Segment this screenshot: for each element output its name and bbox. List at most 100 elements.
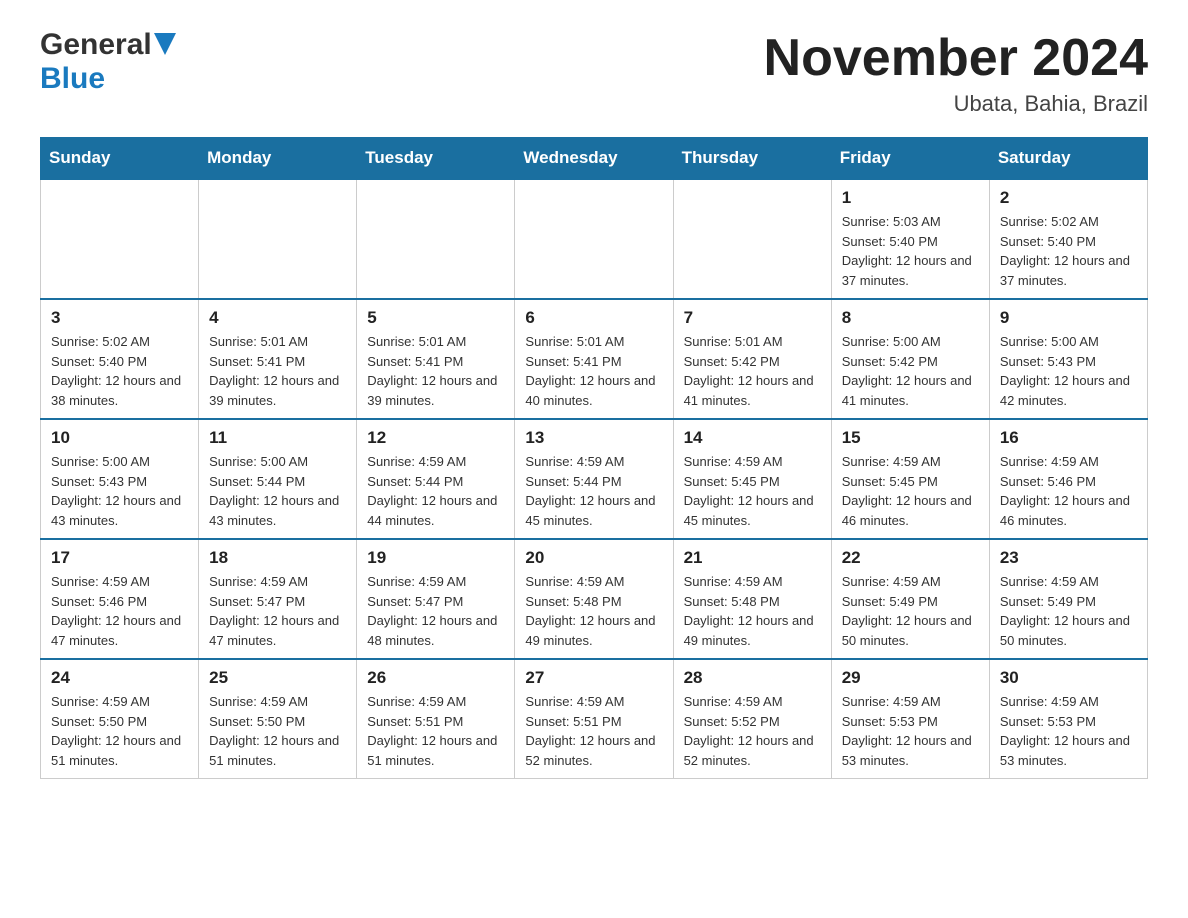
calendar-cell [673,179,831,299]
day-info: Sunrise: 4:59 AM Sunset: 5:53 PM Dayligh… [842,692,979,770]
weekday-header-sunday: Sunday [41,138,199,180]
weekday-header-thursday: Thursday [673,138,831,180]
calendar-cell: 20 Sunrise: 4:59 AM Sunset: 5:48 PM Dayli… [515,539,673,659]
day-number: 2 [1000,188,1137,208]
day-info: Sunrise: 4:59 AM Sunset: 5:44 PM Dayligh… [367,452,504,530]
day-info: Sunrise: 5:02 AM Sunset: 5:40 PM Dayligh… [51,332,188,410]
calendar-cell: 23 Sunrise: 4:59 AM Sunset: 5:49 PM Dayli… [989,539,1147,659]
weekday-header-wednesday: Wednesday [515,138,673,180]
day-info: Sunrise: 4:59 AM Sunset: 5:44 PM Dayligh… [525,452,662,530]
day-number: 30 [1000,668,1137,688]
day-number: 20 [525,548,662,568]
week-row-2: 3 Sunrise: 5:02 AM Sunset: 5:40 PM Daylig… [41,299,1148,419]
day-number: 3 [51,308,188,328]
day-info: Sunrise: 4:59 AM Sunset: 5:47 PM Dayligh… [209,572,346,650]
weekday-header-monday: Monday [199,138,357,180]
calendar-cell: 14 Sunrise: 4:59 AM Sunset: 5:45 PM Dayli… [673,419,831,539]
calendar-cell: 10Sunrise: 5:00 AM Sunset: 5:43 PM Dayli… [41,419,199,539]
calendar-cell [41,179,199,299]
day-number: 26 [367,668,504,688]
calendar-cell: 15 Sunrise: 4:59 AM Sunset: 5:45 PM Dayli… [831,419,989,539]
day-number: 28 [684,668,821,688]
calendar-cell: 5 Sunrise: 5:01 AM Sunset: 5:41 PM Daylig… [357,299,515,419]
day-number: 24 [51,668,188,688]
logo: General Blue [40,30,176,96]
day-number: 22 [842,548,979,568]
header: General Blue November 2024 Ubata, Bahia,… [40,30,1148,117]
calendar-cell: 1 Sunrise: 5:03 AM Sunset: 5:40 PM Daylig… [831,179,989,299]
calendar-cell: 24 Sunrise: 4:59 AM Sunset: 5:50 PM Dayli… [41,659,199,779]
day-info: Sunrise: 5:00 AM Sunset: 5:44 PM Dayligh… [209,452,346,530]
day-number: 14 [684,428,821,448]
day-info: Sunrise: 5:02 AM Sunset: 5:40 PM Dayligh… [1000,212,1137,290]
day-info: Sunrise: 4:59 AM Sunset: 5:51 PM Dayligh… [367,692,504,770]
week-row-1: 1 Sunrise: 5:03 AM Sunset: 5:40 PM Daylig… [41,179,1148,299]
day-number: 15 [842,428,979,448]
logo-general: General [40,30,152,60]
day-number: 11 [209,428,346,448]
day-number: 7 [684,308,821,328]
calendar-cell [357,179,515,299]
day-number: 29 [842,668,979,688]
weekday-header-friday: Friday [831,138,989,180]
calendar-cell: 2 Sunrise: 5:02 AM Sunset: 5:40 PM Daylig… [989,179,1147,299]
calendar-cell: 18Sunrise: 4:59 AM Sunset: 5:47 PM Dayli… [199,539,357,659]
logo-blue: Blue [40,62,105,96]
calendar-cell [199,179,357,299]
calendar-cell: 27Sunrise: 4:59 AM Sunset: 5:51 PM Dayli… [515,659,673,779]
day-number: 17 [51,548,188,568]
day-number: 19 [367,548,504,568]
calendar-cell: 21Sunrise: 4:59 AM Sunset: 5:48 PM Dayli… [673,539,831,659]
day-info: Sunrise: 4:59 AM Sunset: 5:47 PM Dayligh… [367,572,504,650]
calendar-cell: 11 Sunrise: 5:00 AM Sunset: 5:44 PM Dayli… [199,419,357,539]
day-number: 9 [1000,308,1137,328]
calendar-cell: 19 Sunrise: 4:59 AM Sunset: 5:47 PM Dayli… [357,539,515,659]
calendar-cell: 9 Sunrise: 5:00 AM Sunset: 5:43 PM Daylig… [989,299,1147,419]
day-info: Sunrise: 4:59 AM Sunset: 5:46 PM Dayligh… [51,572,188,650]
day-info: Sunrise: 4:59 AM Sunset: 5:45 PM Dayligh… [842,452,979,530]
day-info: Sunrise: 5:03 AM Sunset: 5:40 PM Dayligh… [842,212,979,290]
logo-arrow-icon [154,33,176,55]
day-number: 10 [51,428,188,448]
weekday-header-row: SundayMondayTuesdayWednesdayThursdayFrid… [41,138,1148,180]
title-area: November 2024 Ubata, Bahia, Brazil [764,30,1148,117]
calendar-cell: 28Sunrise: 4:59 AM Sunset: 5:52 PM Dayli… [673,659,831,779]
day-number: 13 [525,428,662,448]
calendar-cell: 4Sunrise: 5:01 AM Sunset: 5:41 PM Daylig… [199,299,357,419]
day-number: 25 [209,668,346,688]
calendar-cell: 29 Sunrise: 4:59 AM Sunset: 5:53 PM Dayli… [831,659,989,779]
day-number: 16 [1000,428,1137,448]
day-number: 1 [842,188,979,208]
day-info: Sunrise: 4:59 AM Sunset: 5:50 PM Dayligh… [51,692,188,770]
day-number: 5 [367,308,504,328]
week-row-3: 10Sunrise: 5:00 AM Sunset: 5:43 PM Dayli… [41,419,1148,539]
day-info: Sunrise: 4:59 AM Sunset: 5:49 PM Dayligh… [1000,572,1137,650]
day-info: Sunrise: 5:01 AM Sunset: 5:41 PM Dayligh… [209,332,346,410]
calendar-table: SundayMondayTuesdayWednesdayThursdayFrid… [40,137,1148,779]
day-info: Sunrise: 4:59 AM Sunset: 5:45 PM Dayligh… [684,452,821,530]
calendar-cell: 25 Sunrise: 4:59 AM Sunset: 5:50 PM Dayli… [199,659,357,779]
calendar-cell: 6 Sunrise: 5:01 AM Sunset: 5:41 PM Daylig… [515,299,673,419]
day-info: Sunrise: 4:59 AM Sunset: 5:48 PM Dayligh… [525,572,662,650]
day-info: Sunrise: 4:59 AM Sunset: 5:50 PM Dayligh… [209,692,346,770]
day-info: Sunrise: 4:59 AM Sunset: 5:53 PM Dayligh… [1000,692,1137,770]
weekday-header-saturday: Saturday [989,138,1147,180]
day-info: Sunrise: 5:01 AM Sunset: 5:41 PM Dayligh… [367,332,504,410]
location-title: Ubata, Bahia, Brazil [764,91,1148,117]
day-number: 27 [525,668,662,688]
calendar-cell: 7 Sunrise: 5:01 AM Sunset: 5:42 PM Daylig… [673,299,831,419]
calendar-cell: 3 Sunrise: 5:02 AM Sunset: 5:40 PM Daylig… [41,299,199,419]
day-info: Sunrise: 5:01 AM Sunset: 5:42 PM Dayligh… [684,332,821,410]
day-number: 6 [525,308,662,328]
calendar-cell: 16 Sunrise: 4:59 AM Sunset: 5:46 PM Dayli… [989,419,1147,539]
calendar-cell: 22 Sunrise: 4:59 AM Sunset: 5:49 PM Dayli… [831,539,989,659]
weekday-header-tuesday: Tuesday [357,138,515,180]
week-row-5: 24 Sunrise: 4:59 AM Sunset: 5:50 PM Dayli… [41,659,1148,779]
day-number: 21 [684,548,821,568]
day-number: 23 [1000,548,1137,568]
calendar-cell: 13 Sunrise: 4:59 AM Sunset: 5:44 PM Dayli… [515,419,673,539]
day-info: Sunrise: 5:01 AM Sunset: 5:41 PM Dayligh… [525,332,662,410]
day-info: Sunrise: 5:00 AM Sunset: 5:43 PM Dayligh… [1000,332,1137,410]
day-info: Sunrise: 4:59 AM Sunset: 5:49 PM Dayligh… [842,572,979,650]
day-info: Sunrise: 4:59 AM Sunset: 5:46 PM Dayligh… [1000,452,1137,530]
